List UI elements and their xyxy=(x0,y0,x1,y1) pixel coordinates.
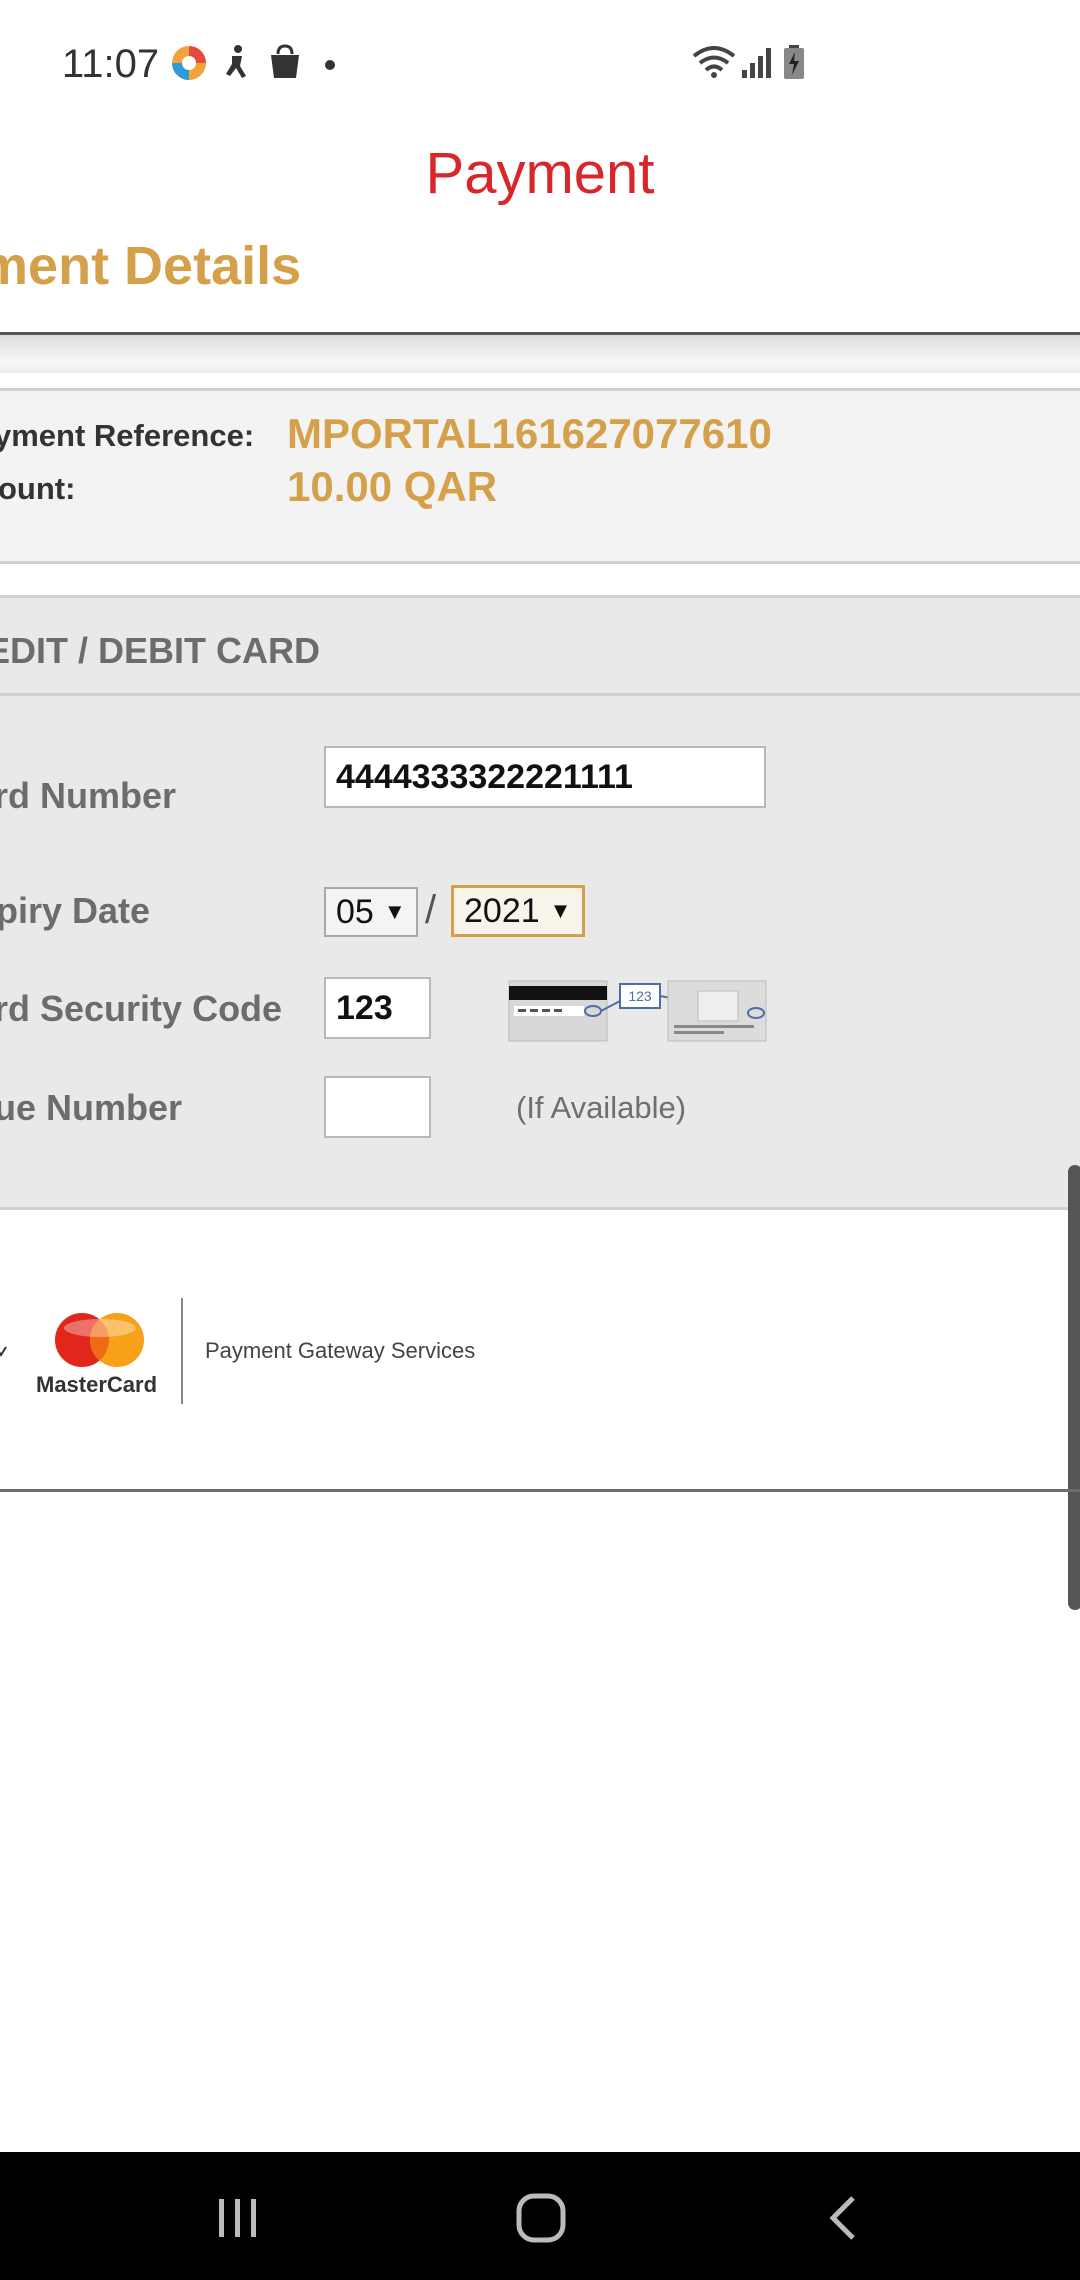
page-title: Payment xyxy=(425,141,655,206)
expiry-year-select[interactable]: 2021 ▼ xyxy=(451,885,585,937)
navigation-bar xyxy=(0,2152,1080,2280)
card-number-input[interactable]: 4444333322221111 xyxy=(324,746,766,808)
payment-reference-label: yment Reference: xyxy=(0,418,255,453)
chevron-down-icon: ▼ xyxy=(549,898,572,923)
issue-number-label: ue Number xyxy=(0,1087,183,1128)
amount-label: ount: xyxy=(0,471,76,506)
footer-separator xyxy=(181,1298,183,1404)
signal-icon xyxy=(740,44,774,85)
status-bar: 11:07 xyxy=(0,0,1080,135)
header-shadow-band xyxy=(0,335,1080,373)
gateway-services-text: Payment Gateway Services xyxy=(205,1338,476,1363)
mastercard-logo-icon xyxy=(50,1310,150,1375)
diagram-code-text: 123 xyxy=(628,988,652,1004)
app-logo-icon xyxy=(170,44,208,87)
payment-reference-value: MPORTAL161627077610 xyxy=(287,410,772,457)
security-code-diagram: 123 xyxy=(508,975,768,1050)
card-header-divider xyxy=(0,693,1080,696)
partner-logo-fragment xyxy=(0,1345,8,1361)
card-section-title: EDIT / DEBIT CARD xyxy=(0,630,321,671)
accessibility-icon xyxy=(222,44,252,85)
back-icon[interactable] xyxy=(825,2194,861,2247)
security-code-label: rd Security Code xyxy=(0,988,283,1029)
wifi-icon xyxy=(692,44,736,85)
issue-number-input[interactable] xyxy=(324,1076,431,1138)
recent-apps-icon[interactable] xyxy=(213,2197,263,2244)
security-code-input[interactable]: 123 xyxy=(324,977,431,1039)
notification-dot-icon xyxy=(324,58,336,76)
expiry-separator: / xyxy=(425,888,437,932)
expiry-month-select[interactable]: 05 ▼ xyxy=(324,887,418,937)
footer-divider xyxy=(0,1489,1080,1492)
shopping-bag-icon xyxy=(268,44,302,85)
payment-details-heading: yment Details xyxy=(0,236,302,296)
card-number-label: rd Number xyxy=(0,775,177,816)
battery-icon xyxy=(782,44,806,85)
mastercard-wordmark: MasterCard xyxy=(36,1372,158,1397)
home-icon[interactable] xyxy=(515,2192,567,2249)
scrollbar[interactable] xyxy=(1068,1165,1080,1610)
chevron-down-icon: ▼ xyxy=(383,899,406,924)
expiry-date-label: piry Date xyxy=(0,890,151,931)
expiry-year-value: 2021 xyxy=(464,891,540,930)
amount-value: 10.00 QAR xyxy=(287,463,498,510)
expiry-month-value: 05 xyxy=(336,892,374,931)
issue-number-hint: (If Available) xyxy=(516,1090,687,1125)
status-time: 11:07 xyxy=(62,42,160,86)
